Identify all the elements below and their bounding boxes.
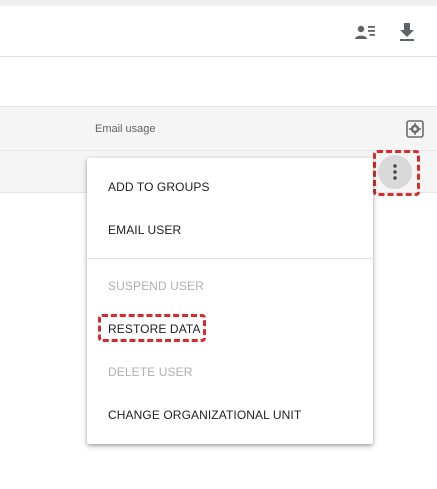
- toolbar: [0, 6, 437, 57]
- menu-item-delete-user: DELETE USER: [108, 365, 193, 379]
- menu-item-suspend-user: SUSPEND USER: [108, 279, 204, 293]
- column-settings-button[interactable]: [406, 120, 424, 138]
- table-header-row: Email usage: [0, 106, 437, 151]
- menu-item-add-to-groups[interactable]: ADD TO GROUPS: [87, 169, 373, 205]
- more-options-button[interactable]: [378, 155, 412, 189]
- manage-users-button[interactable]: [353, 20, 377, 44]
- menu-item-email-user[interactable]: EMAIL USER: [87, 212, 373, 248]
- column-header-email-usage[interactable]: Email usage: [95, 123, 156, 135]
- row-actions-menu: ADD TO GROUPS EMAIL USER SUSPEND USER RE…: [87, 158, 373, 444]
- download-icon: [400, 23, 414, 41]
- download-button[interactable]: [395, 20, 419, 44]
- menu-item-change-organizational-unit[interactable]: CHANGE ORGANIZATIONAL UNIT: [87, 397, 373, 433]
- menu-divider: [87, 258, 373, 259]
- more-vert-icon: [393, 164, 397, 180]
- manage-users-icon: [355, 25, 375, 39]
- menu-item-restore-data[interactable]: RESTORE DATA: [87, 311, 373, 347]
- column-settings-icon: [406, 120, 424, 138]
